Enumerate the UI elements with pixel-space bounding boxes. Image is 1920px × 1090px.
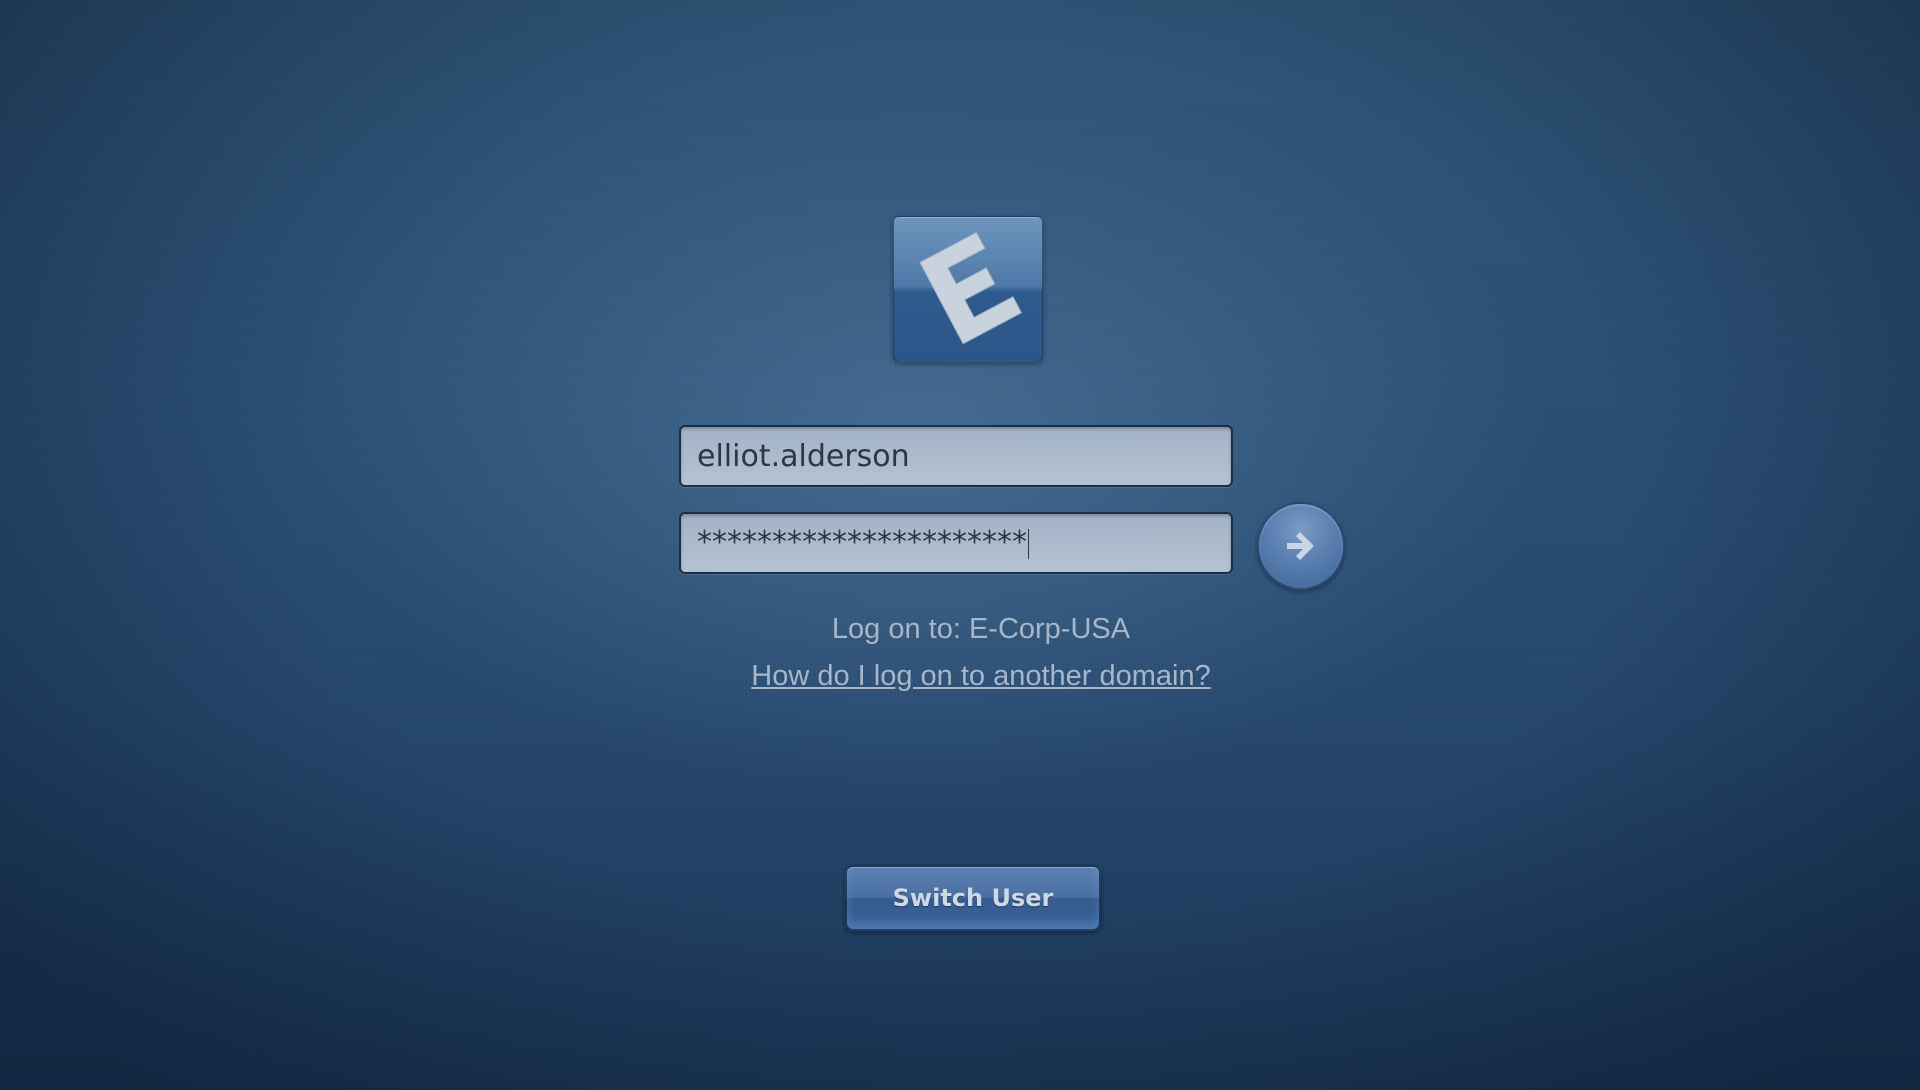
logon-domain-text: Log on to: E-Corp-USA bbox=[831, 613, 1131, 645]
switch-user-button[interactable]: Switch User bbox=[845, 865, 1101, 931]
password-masked-text: ********************** bbox=[697, 525, 1027, 560]
username-field[interactable] bbox=[679, 425, 1233, 487]
e-corp-logo bbox=[893, 216, 1043, 362]
password-field[interactable]: ********************** bbox=[679, 512, 1233, 574]
text-cursor bbox=[1028, 528, 1029, 559]
another-domain-help-link[interactable]: How do I log on to another domain? bbox=[679, 660, 1283, 693]
arrow-right-icon bbox=[1287, 532, 1314, 560]
submit-login-button[interactable] bbox=[1257, 502, 1345, 590]
